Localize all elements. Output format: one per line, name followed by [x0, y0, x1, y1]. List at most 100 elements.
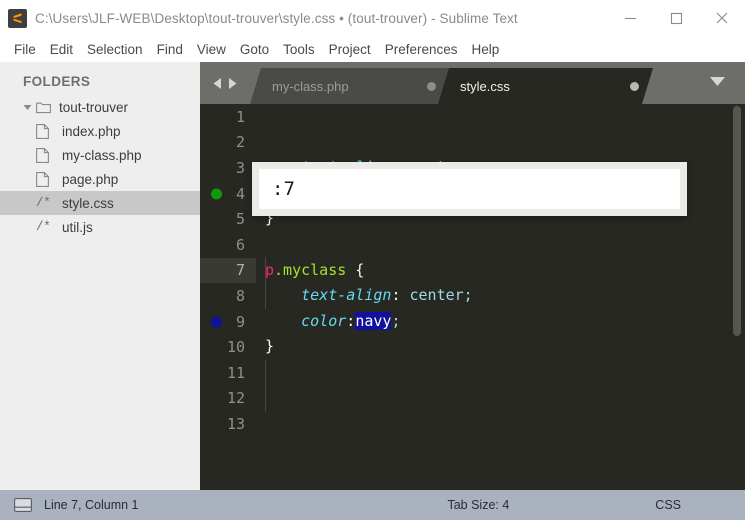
maximize-button[interactable]: [653, 0, 699, 36]
line-number: 13: [226, 414, 245, 433]
line-number: 10: [226, 338, 245, 357]
sidebar-file-label: my-class.php: [62, 147, 142, 163]
tab-navigation: [200, 62, 250, 104]
sublime-text-logo-icon: [8, 8, 27, 28]
menu-item-view[interactable]: View: [190, 40, 233, 59]
menu-item-goto[interactable]: Goto: [233, 40, 276, 59]
comment-icon: /*: [36, 220, 51, 234]
console-panel-icon[interactable]: [14, 498, 32, 512]
sidebar-file-label: style.css: [62, 195, 114, 211]
sidebar-folder-tout-trouver[interactable]: tout-trouver: [0, 95, 200, 119]
css-property: text-align: [301, 286, 392, 305]
menu-item-project[interactable]: Project: [322, 40, 378, 59]
goto-line-overlay: :7: [252, 162, 687, 216]
code-line: 8 text-align: center;: [200, 283, 745, 309]
menu-item-help[interactable]: Help: [465, 40, 507, 59]
line-number-text: 9: [235, 312, 245, 331]
line-number: 1: [235, 107, 245, 126]
tab-bar: my-class.php style.css: [200, 62, 745, 104]
sidebar-file-page-php[interactable]: page.php: [0, 167, 200, 191]
code-line-text[interactable]: }: [256, 334, 745, 360]
sidebar-file-label: util.js: [62, 219, 93, 235]
css-selector-tag: p: [265, 260, 275, 279]
bookmark-dot-green[interactable]: [211, 188, 222, 200]
tab-my-class-php[interactable]: my-class.php: [250, 68, 450, 104]
menu-item-tools[interactable]: Tools: [276, 40, 322, 59]
arrow-left-icon[interactable]: [212, 77, 223, 90]
line-number: 8: [235, 286, 245, 305]
tab-size-setting[interactable]: Tab Size: 4: [447, 498, 509, 512]
sidebar-file-label: index.php: [62, 123, 121, 139]
line-number: 6: [235, 235, 245, 254]
line-number: 4: [200, 181, 256, 207]
sidebar-file-my-class-php[interactable]: my-class.php: [0, 143, 200, 167]
code-line: 9 color:navy;: [200, 309, 745, 335]
sidebar-file-util-js[interactable]: /* util.js: [0, 215, 200, 239]
cursor-position: Line 7, Column 1: [44, 498, 139, 512]
menu-item-edit[interactable]: Edit: [43, 40, 80, 59]
tab-label: style.css: [460, 78, 510, 94]
close-button[interactable]: [699, 0, 745, 36]
css-value: center;: [400, 286, 473, 305]
tab-list-menu-button[interactable]: [690, 62, 745, 104]
file-icon: [36, 123, 61, 139]
window-title: C:\Users\JLF-WEB\Desktop\tout-trouver\st…: [35, 10, 518, 26]
menu-item-selection[interactable]: Selection: [80, 40, 150, 59]
title-bar: C:\Users\JLF-WEB\Desktop\tout-trouver\st…: [0, 0, 745, 36]
chevron-down-icon[interactable]: [709, 74, 726, 92]
css-value-highlighted: navy: [355, 311, 392, 330]
menu-item-find[interactable]: Find: [150, 40, 190, 59]
sidebar-file-label: page.php: [62, 171, 119, 187]
css-property: color: [301, 311, 347, 330]
menu-item-file[interactable]: File: [7, 40, 43, 59]
line-number: 7: [200, 257, 256, 284]
line-number: 12: [226, 389, 245, 408]
line-number-text: 4: [235, 184, 245, 203]
sidebar-file-style-css[interactable]: /* style.css: [0, 191, 200, 215]
vertical-scrollbar-thumb[interactable]: [733, 106, 741, 336]
comment-icon: /*: [36, 196, 51, 210]
status-bar: Line 7, Column 1 Tab Size: 4 CSS: [0, 490, 745, 520]
sidebar-file-index-php[interactable]: index.php: [0, 119, 200, 143]
code-line: 6: [200, 232, 745, 258]
goto-line-input[interactable]: :7: [259, 169, 680, 209]
line-number: 3: [235, 158, 245, 177]
arrow-right-icon[interactable]: [227, 77, 238, 90]
workspace: FOLDERS tout-trouver index.php my-class.…: [0, 62, 745, 490]
syntax-mode[interactable]: CSS: [655, 498, 681, 512]
css-brace: {: [346, 260, 365, 279]
line-number: 9: [200, 309, 256, 335]
tab-modified-dot[interactable]: [427, 82, 436, 91]
code-line: 10 }: [200, 334, 745, 360]
tab-modified-dot[interactable]: [630, 82, 639, 91]
sidebar-folder-label: tout-trouver: [59, 99, 129, 115]
code-line: 13: [200, 411, 745, 437]
file-icon: [36, 147, 61, 163]
code-line: 12: [200, 386, 745, 412]
tab-style-css[interactable]: style.css: [438, 68, 653, 104]
code-line-current: 7 p.myclass {: [200, 257, 745, 284]
line-number: 5: [235, 210, 245, 229]
editor-pane: my-class.php style.css 1 2 3 4 5} 6 7 p…: [200, 62, 745, 490]
vertical-scrollbar[interactable]: [733, 106, 741, 488]
code-line: 1: [200, 104, 745, 130]
chevron-down-icon[interactable]: [23, 103, 36, 112]
css-colon: :: [346, 311, 356, 330]
css-brace: }: [265, 337, 275, 356]
minimize-button[interactable]: [607, 0, 653, 36]
css-selector-class: .myclass: [274, 260, 347, 279]
file-icon: [36, 171, 61, 187]
folder-icon: [36, 101, 58, 114]
sidebar-header: FOLDERS: [23, 74, 91, 89]
sublime-text-window: C:\Users\JLF-WEB\Desktop\tout-trouver\st…: [0, 0, 745, 520]
window-controls: [607, 0, 745, 36]
code-line: 2: [200, 130, 745, 156]
menu-bar: File Edit Selection Find View Goto Tools…: [0, 36, 745, 62]
status-bar-right: Tab Size: 4 CSS: [447, 490, 745, 520]
menu-item-preferences[interactable]: Preferences: [378, 40, 465, 59]
code-line-text[interactable]: p.myclass {: [256, 258, 745, 284]
code-line-text[interactable]: color:navy;: [256, 309, 745, 335]
bookmark-dot-navy[interactable]: [211, 316, 222, 328]
sidebar-file-tree: FOLDERS tout-trouver index.php my-class.…: [0, 62, 200, 490]
code-line-text[interactable]: text-align: center;: [256, 283, 745, 309]
